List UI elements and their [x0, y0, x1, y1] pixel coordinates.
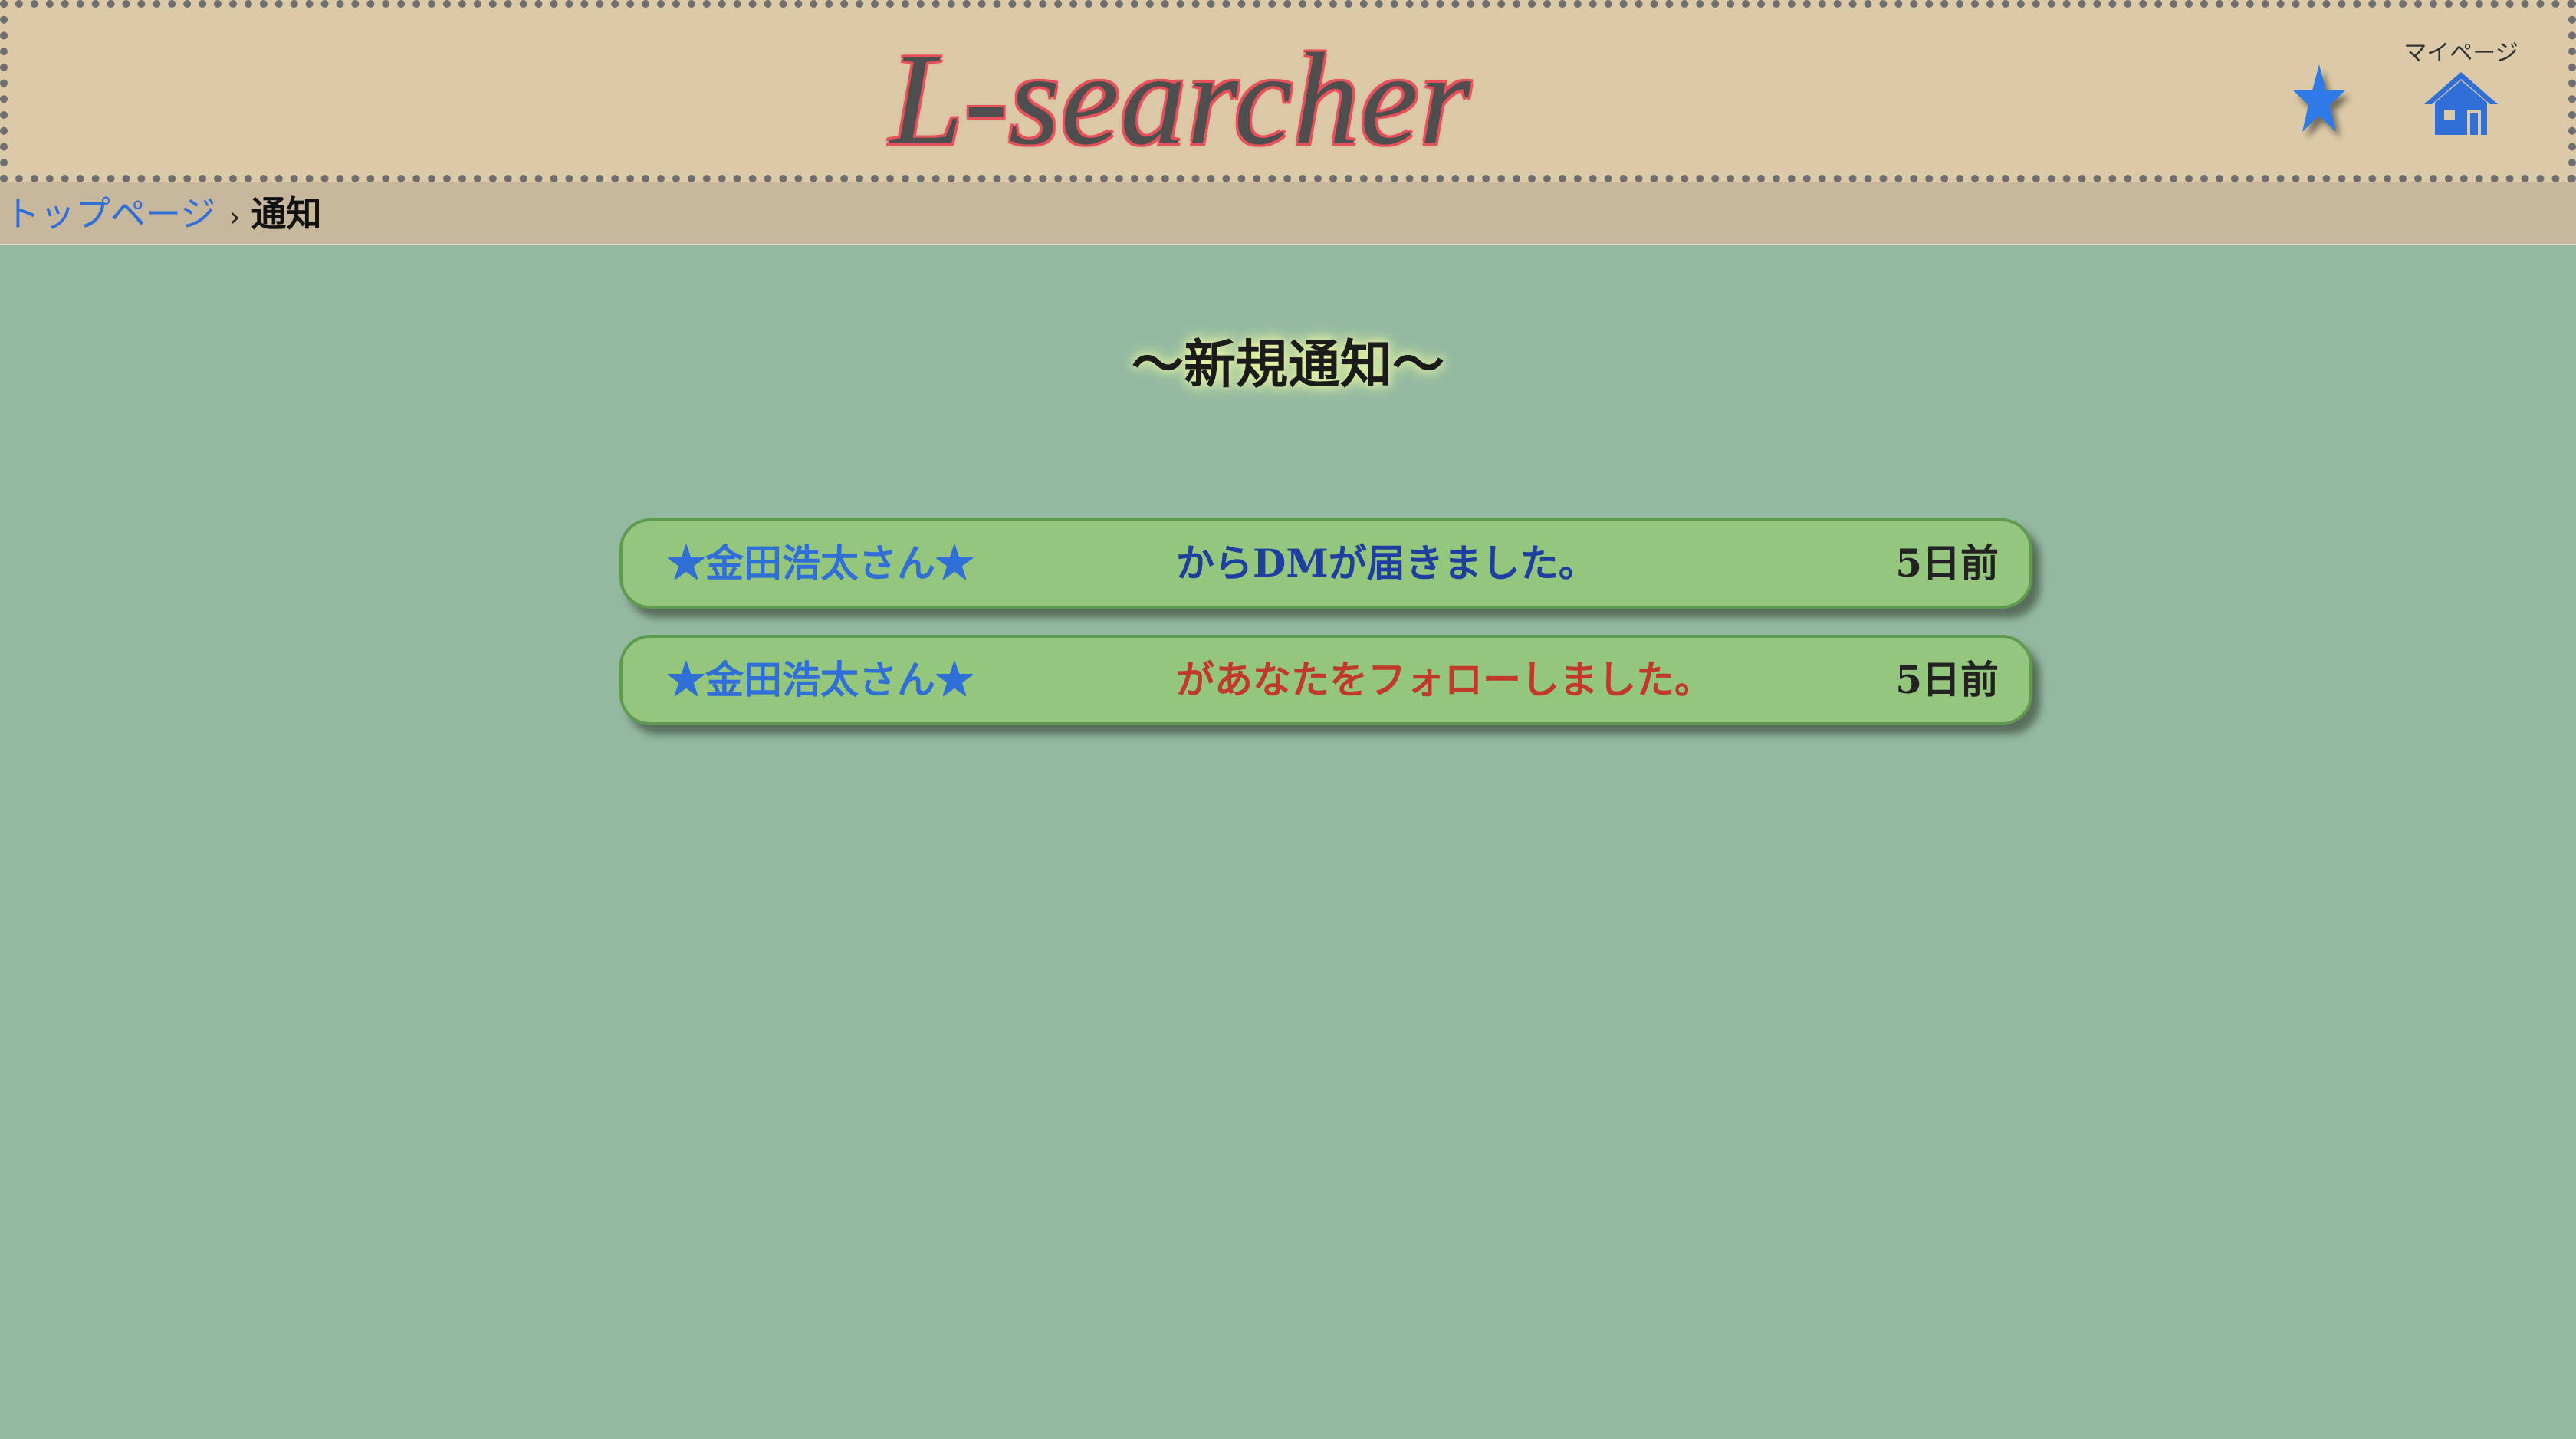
notification-message: からDMが届きました。	[1176, 540, 1597, 586]
notification-time: 5日前	[1895, 657, 1999, 702]
site-logo-text[interactable]: L-searcher	[890, 23, 1471, 176]
page-title: 〜新規通知〜	[1131, 334, 1444, 396]
breadcrumb: トップページ › 通知	[0, 182, 2576, 245]
breadcrumb-separator: ›	[229, 202, 241, 233]
mypage-label: マイページ	[2404, 40, 2518, 67]
star-icon	[2293, 64, 2345, 132]
favorites-button[interactable]	[2288, 60, 2350, 136]
notification-message: があなたをフォローしました。	[1176, 657, 1713, 702]
breadcrumb-home-link[interactable]: トップページ	[5, 193, 215, 235]
notification-sender[interactable]: ★金田浩太さん★	[667, 521, 974, 606]
breadcrumb-current: 通知	[251, 193, 322, 235]
site-logo[interactable]: L-searcher	[8, 23, 2576, 176]
notification-item[interactable]: ★金田浩太さん★ があなたをフォローしました。 5日前	[619, 635, 2032, 725]
notification-sender[interactable]: ★金田浩太さん★	[667, 638, 974, 722]
mypage-link[interactable]: マイページ	[2396, 34, 2526, 141]
house-icon	[2424, 72, 2498, 135]
notification-time: 5日前	[1895, 540, 1999, 586]
site-header: L-searcher	[0, 0, 2576, 182]
notification-item[interactable]: ★金田浩太さん★ からDMが届きました。 5日前	[619, 518, 2032, 609]
